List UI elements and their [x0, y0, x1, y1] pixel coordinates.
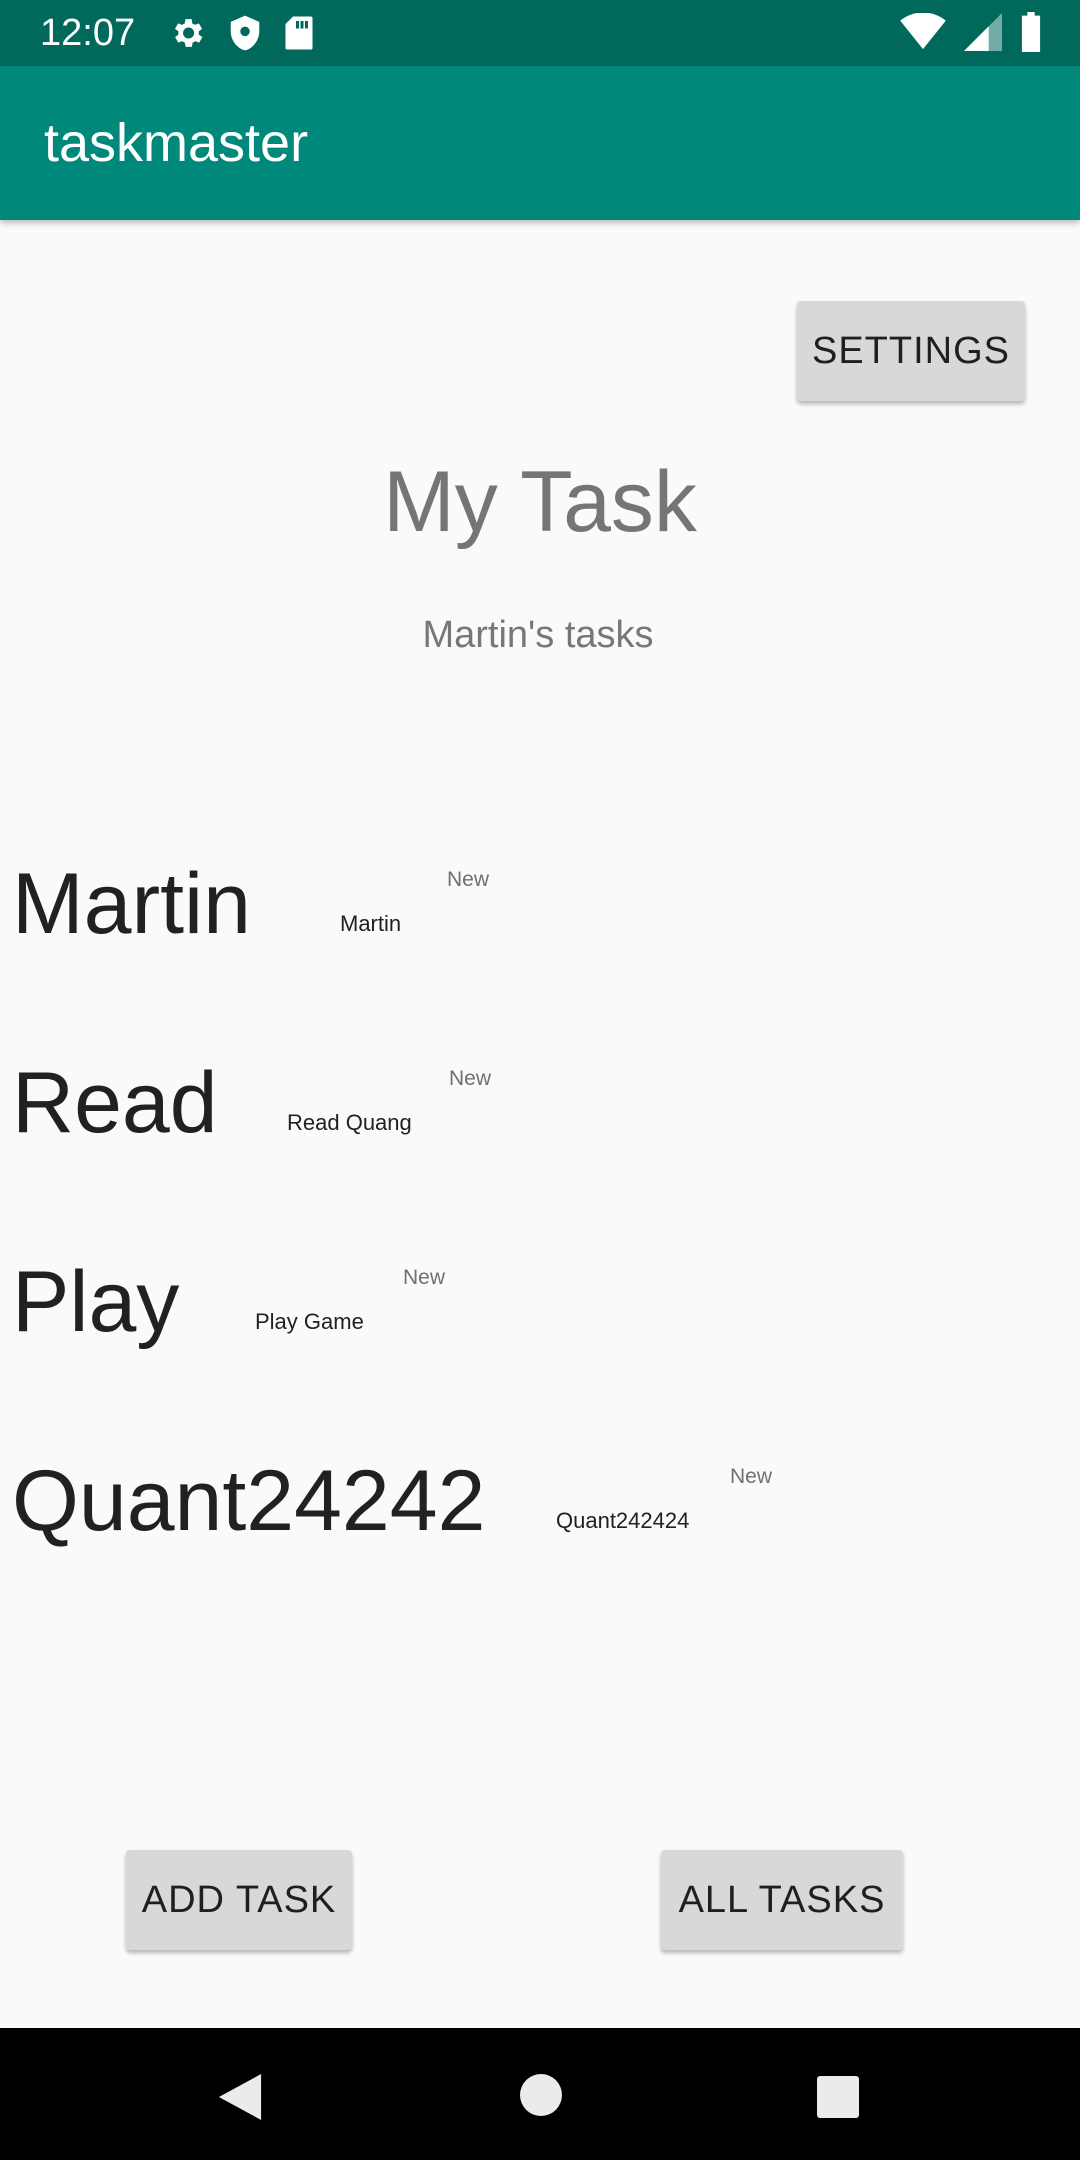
task-body: Quant242424: [556, 1508, 690, 1533]
recents-icon[interactable]: [817, 2076, 859, 2123]
gear-icon: [168, 14, 206, 57]
task-state: New: [403, 1266, 446, 1289]
page-subtitle: Martin's tasks: [422, 614, 654, 656]
task-title: Play: [12, 1254, 180, 1350]
status-icons-right: [900, 12, 1042, 57]
shield-icon: [228, 14, 262, 57]
task-state: New: [449, 1067, 492, 1090]
task-title: Martin: [12, 856, 251, 952]
task-state: New: [730, 1465, 773, 1488]
task-body: Read Quang: [287, 1110, 412, 1135]
page-title: My Task: [383, 454, 697, 550]
all-tasks-button[interactable]: ALL TASKS: [661, 1850, 903, 1950]
add-task-button[interactable]: ADD TASK: [126, 1850, 352, 1950]
back-icon[interactable]: [218, 2074, 262, 2125]
app-bar: taskmaster: [0, 66, 1080, 220]
home-icon[interactable]: [520, 2074, 562, 2121]
settings-button[interactable]: SETTINGS: [797, 301, 1025, 401]
status-icons-left: [168, 14, 314, 57]
status-time: 12:07: [40, 12, 136, 54]
signal-icon: [964, 13, 1002, 56]
app-title: taskmaster: [44, 113, 309, 173]
task-state: New: [447, 868, 490, 891]
sd-card-icon: [284, 15, 314, 56]
battery-icon: [1020, 12, 1042, 57]
status-bar: 12:07: [0, 0, 1080, 66]
task-title: Read: [12, 1055, 218, 1151]
navigation-bar: [0, 2028, 1080, 2160]
task-body: Play Game: [255, 1309, 364, 1334]
wifi-icon: [900, 12, 946, 56]
task-title: Quant24242: [12, 1453, 486, 1549]
task-body: Martin: [340, 911, 402, 936]
